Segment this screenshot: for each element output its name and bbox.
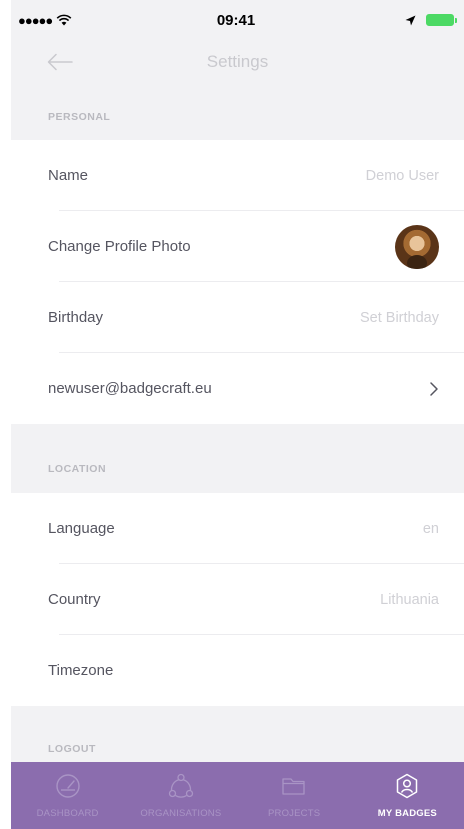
signal-strength-icon: ●●●●●	[18, 12, 53, 28]
language-value: en	[422, 520, 439, 537]
tab-label: DASHBOARD	[36, 808, 99, 819]
avatar[interactable]	[395, 224, 439, 269]
language-row[interactable]: Language en	[11, 493, 464, 564]
change-profile-photo-row[interactable]: Change Profile Photo	[11, 211, 464, 282]
tab-projects[interactable]: PROJECTS	[238, 762, 351, 829]
tab-organisations[interactable]: ORGANISATIONS	[124, 762, 237, 829]
tab-label: PROJECTS	[267, 808, 321, 819]
badge-icon	[397, 773, 418, 799]
row-label: Birthday	[48, 309, 104, 326]
section-header-personal: PERSONAL	[11, 84, 464, 140]
name-row[interactable]: Name Demo User	[11, 140, 464, 211]
row-label: Change Profile Photo	[48, 238, 191, 255]
name-value: Demo User	[365, 167, 439, 184]
timezone-row[interactable]: Timezone	[11, 635, 464, 706]
gauge-icon	[55, 774, 80, 798]
status-bar: ●●●●● 09:41	[11, 0, 464, 40]
row-label: newuser@badgecraft.eu	[48, 380, 212, 397]
section-title: LOCATION	[48, 463, 107, 475]
country-row[interactable]: Country Lithuania	[11, 564, 464, 635]
wifi-icon	[56, 14, 72, 26]
page-title: Settings	[206, 52, 269, 71]
navigation-bar: Settings	[11, 40, 464, 84]
tab-label: ORGANISATIONS	[140, 808, 222, 819]
network-icon	[168, 773, 194, 798]
section-title: LOGOUT	[48, 743, 96, 755]
folder-icon	[282, 778, 305, 795]
row-label: Timezone	[48, 662, 114, 679]
email-row[interactable]: newuser@badgecraft.eu	[11, 353, 464, 424]
country-value: Lithuania	[380, 591, 439, 608]
section-title: PERSONAL	[48, 111, 111, 123]
tab-my-badges[interactable]: MY BADGES	[351, 762, 464, 829]
back-arrow-icon[interactable]	[45, 50, 75, 74]
birthday-row[interactable]: Birthday Set Birthday	[11, 282, 464, 353]
row-label: Country	[48, 591, 101, 608]
birthday-value: Set Birthday	[360, 309, 439, 326]
status-time: 09:41	[216, 11, 256, 29]
location-arrow-icon	[405, 15, 416, 25]
section-header-logout[interactable]: LOGOUT	[11, 706, 464, 762]
tab-dashboard[interactable]: DASHBOARD	[11, 762, 124, 829]
row-label: Language	[48, 520, 115, 537]
row-label: Name	[48, 167, 89, 184]
section-header-location: LOCATION	[11, 424, 464, 493]
battery-icon	[426, 14, 457, 26]
chevron-right-icon	[430, 381, 438, 396]
tab-label: MY BADGES	[377, 808, 437, 819]
tab-bar: DASHBOARD ORGANISATIONS PROJECTS MY BADG…	[11, 762, 464, 829]
